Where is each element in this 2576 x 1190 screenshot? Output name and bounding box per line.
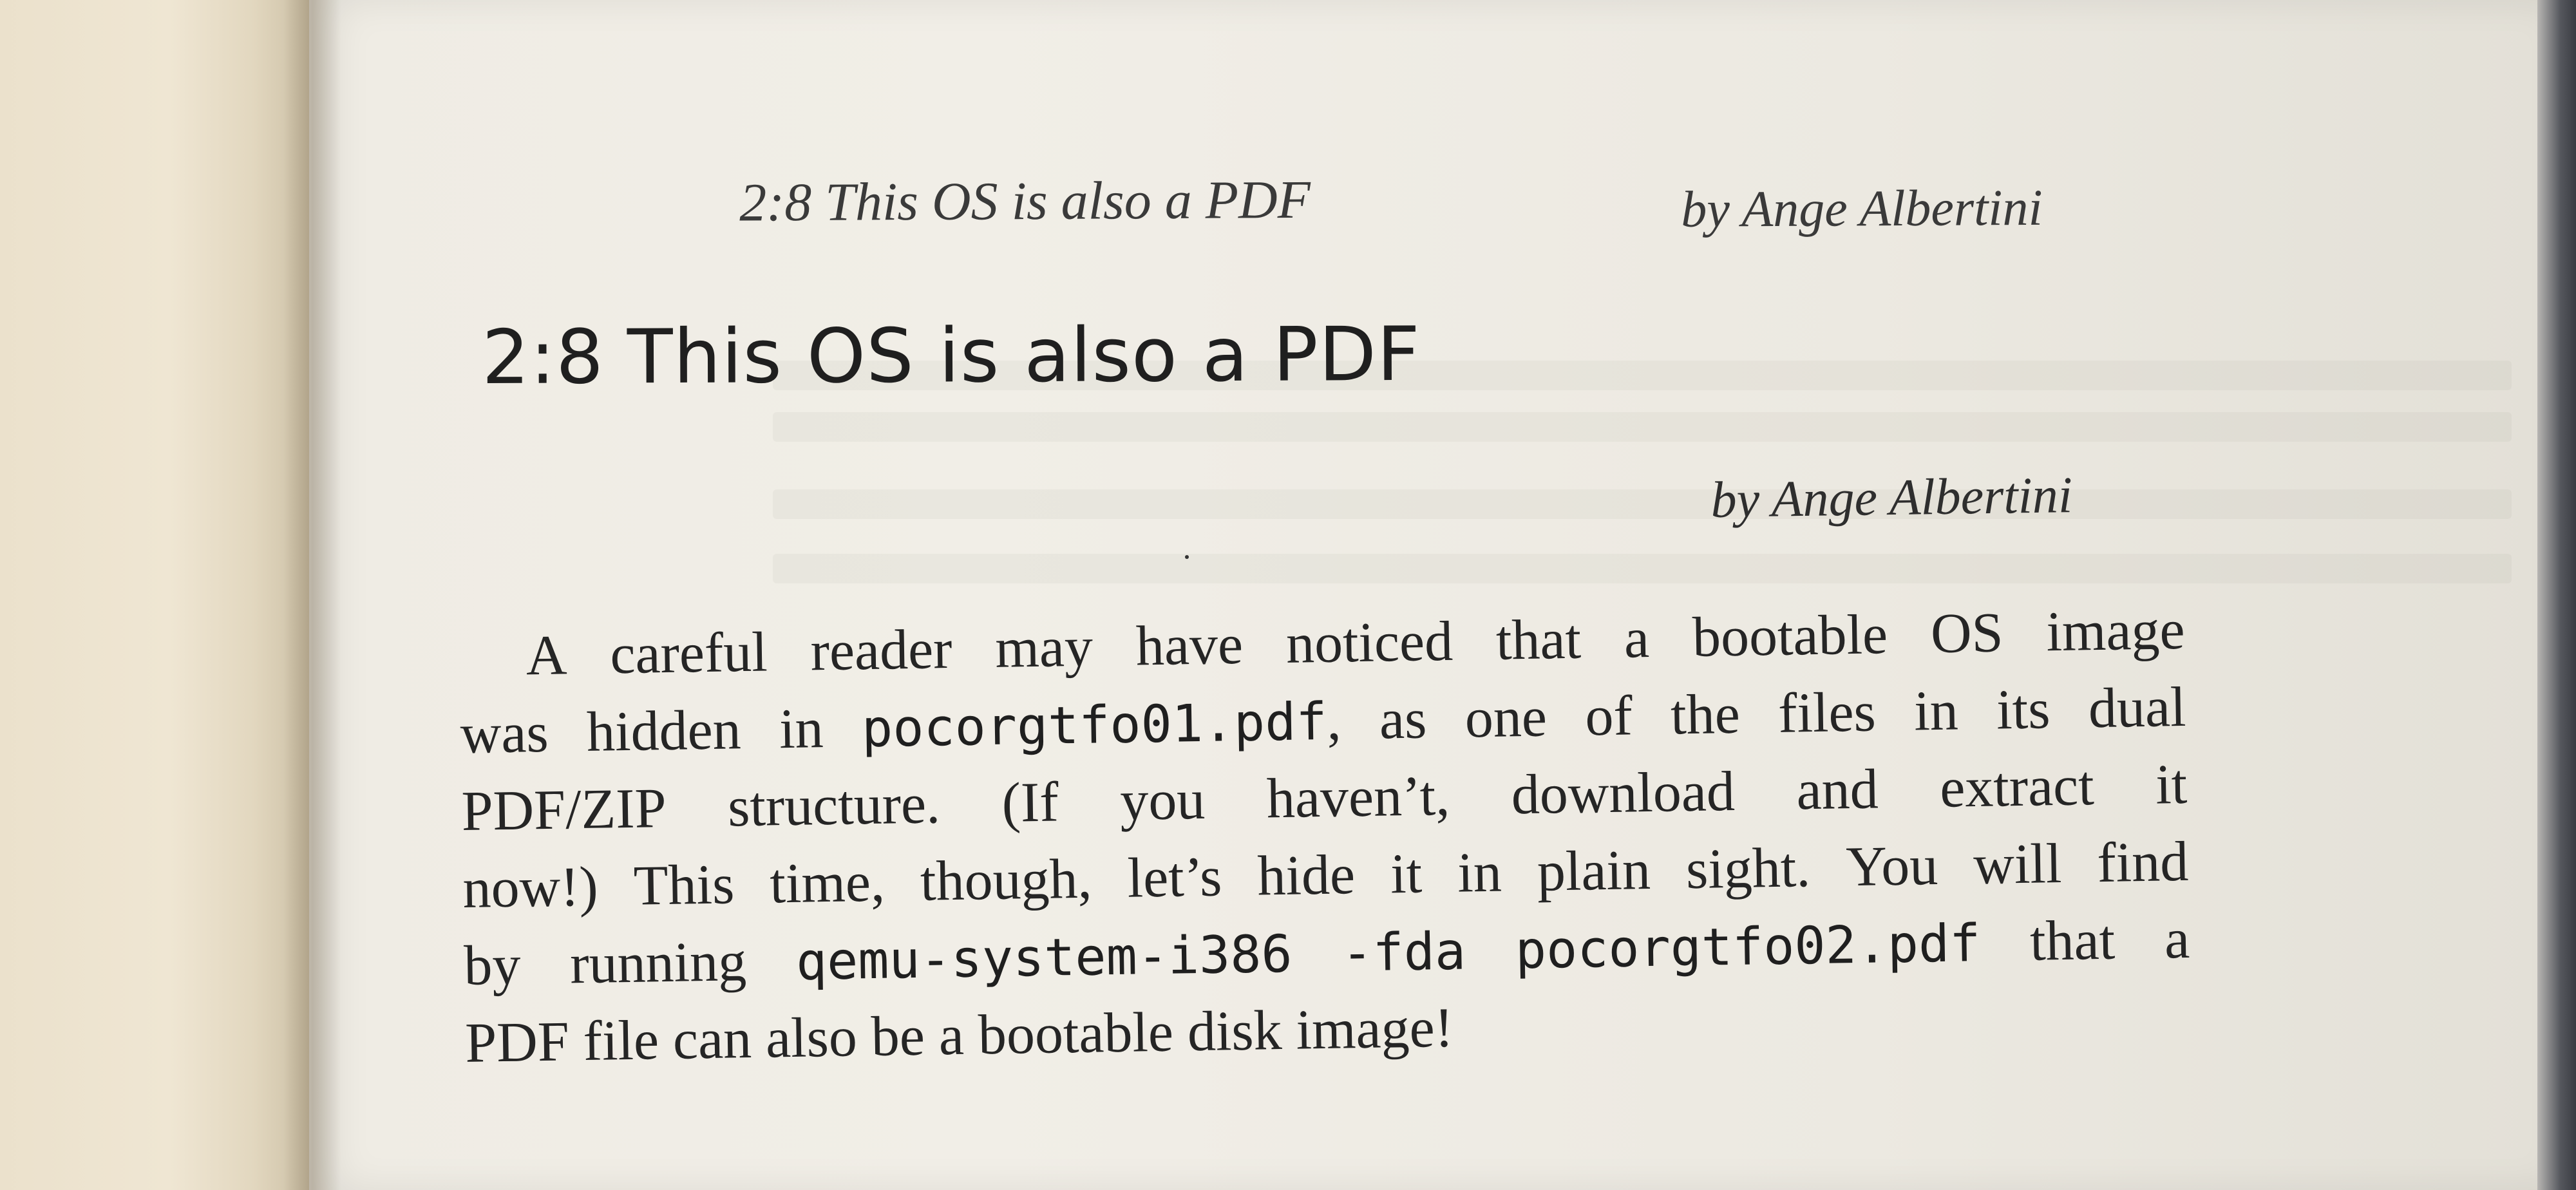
paragraph-word: have <box>1135 613 1244 678</box>
running-header-author: by Ange Albertini <box>1681 179 2043 238</box>
paragraph-word: A <box>526 624 568 688</box>
show-through-text <box>773 412 2512 442</box>
paragraph-word: that <box>1495 608 1582 672</box>
paragraph-word: in <box>1913 679 1959 743</box>
paragraph-word: in <box>1457 841 1502 905</box>
paragraph-word: and <box>1795 758 1879 822</box>
paragraph-word: PDF/ZIP <box>460 777 667 843</box>
paragraph-word: hidden <box>586 699 742 764</box>
paragraph-word: sight. <box>1685 836 1811 902</box>
show-through-text <box>773 489 2512 519</box>
paragraph-word: that <box>2029 909 2116 973</box>
paragraph-word: find <box>2096 830 2189 895</box>
paragraph-word: file <box>582 1009 659 1073</box>
running-header-title: 2:8 This OS is also a PDF <box>739 169 1311 233</box>
paragraph-word: plain <box>1537 838 1651 903</box>
paragraph-word: let’s <box>1126 845 1223 910</box>
paragraph-word: time, <box>769 851 886 916</box>
paragraph-word: a <box>1624 607 1650 670</box>
paragraph-word: (If <box>1001 771 1059 835</box>
paragraph-word: disk <box>1187 999 1283 1064</box>
paragraph-word: This <box>633 853 735 918</box>
paragraph-word: the <box>1670 683 1741 747</box>
paragraph-word: can <box>672 1007 752 1072</box>
paragraph-word: haven’t, <box>1266 764 1450 831</box>
paragraph-word: hide <box>1256 844 1356 908</box>
paragraph-word: was <box>459 701 549 766</box>
paragraph-word: as <box>1379 688 1428 751</box>
paragraph-word: in <box>779 697 824 761</box>
paragraph-word: reader <box>810 618 953 683</box>
paragraph-word: You <box>1845 834 1938 899</box>
paragraph-word: image <box>2045 598 2186 664</box>
body-paragraph: Acareful reader may have noticed that a bootabl… <box>459 595 2192 1111</box>
paragraph-word: qemu-system-i386 <box>795 923 1293 992</box>
paragraph-word: a <box>2164 907 2190 971</box>
paragraph-word: pocorgtfo01.pdf, <box>861 689 1342 759</box>
paragraph-word: files <box>1777 681 1877 745</box>
author-byline: by Ange Albertini <box>1710 467 2073 529</box>
paragraph-word: download <box>1511 760 1736 827</box>
paragraph-word: by <box>463 934 522 997</box>
paragraph-line-6: PDF file can also be a bootable disk image! <box>464 992 1468 1079</box>
paragraph-word: bootable <box>978 1001 1174 1067</box>
paragraph-word: you <box>1119 768 1206 833</box>
paragraph-word: of <box>1584 685 1633 748</box>
paragraph-word: bootable <box>1692 603 1888 669</box>
section-number: 2:8 <box>482 314 605 401</box>
paragraph-word: noticed <box>1285 610 1454 675</box>
paragraph-word: image! <box>1295 996 1454 1062</box>
paragraph-word: -fda <box>1341 921 1466 983</box>
paragraph-word: PDF <box>464 1010 570 1075</box>
paragraph-word: pocorgtfo02.pdf <box>1515 912 1981 981</box>
paragraph-word: be <box>871 1005 925 1069</box>
section-title-text: This OS is also a PDF <box>627 310 1421 401</box>
paragraph-word: a <box>938 1004 965 1068</box>
section-title: 2:8 This OS is also a PDF <box>482 311 1421 401</box>
paragraph-word: structure. <box>727 773 941 839</box>
paragraph-word: dual <box>2088 675 2187 741</box>
paragraph-word: it <box>2155 753 2188 817</box>
paragraph-word: careful <box>609 621 768 686</box>
paragraph-word: OS <box>1930 601 2004 666</box>
paragraph-word: its <box>1996 678 2051 742</box>
paragraph-word: extract <box>1939 755 2095 820</box>
paragraph-word: will <box>1973 832 2062 897</box>
paragraph-word: running <box>569 930 747 996</box>
paragraph-word: may <box>994 616 1094 680</box>
paragraph-word: though, <box>920 847 1093 913</box>
paragraph-word: now!) <box>462 855 599 920</box>
paragraph-word: also <box>765 1006 858 1070</box>
paragraph-word: it <box>1390 842 1423 906</box>
paragraph-word: one <box>1464 686 1548 750</box>
paper-speck <box>1185 555 1189 559</box>
show-through-text <box>773 554 2512 583</box>
